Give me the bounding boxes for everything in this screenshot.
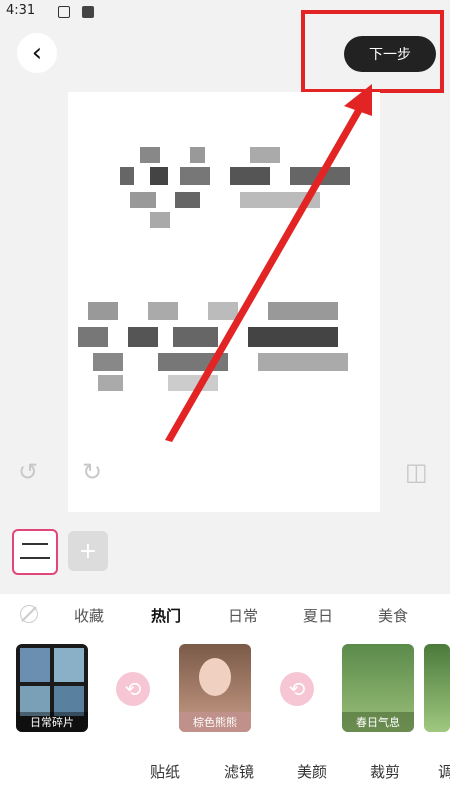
undo-icon[interactable]: ↺ <box>18 458 38 486</box>
tab-popular[interactable]: 热门 <box>151 605 181 626</box>
tab-adjust[interactable]: 调 <box>438 761 450 782</box>
image-thumbnail[interactable] <box>12 529 58 575</box>
tab-favorites[interactable]: 收藏 <box>74 605 104 626</box>
plus-icon: + <box>78 538 98 564</box>
redo-icon[interactable]: ↻ <box>82 458 102 486</box>
tab-stickers[interactable]: 贴纸 <box>150 761 180 782</box>
reset-icon[interactable]: ⟲ <box>280 672 314 706</box>
sticker-item[interactable]: 日常碎片 <box>16 644 88 732</box>
no-sticker-icon[interactable] <box>20 605 38 623</box>
sticker-caption: 棕色熊熊 <box>179 712 251 732</box>
sticker-caption: 春日气息 <box>342 712 414 732</box>
bottom-tabs: 贴纸 滤镜 美颜 裁剪 调 <box>0 754 450 794</box>
compare-icon[interactable]: ◫ <box>405 458 428 486</box>
sticker-panel: 收藏 热门 日常 夏日 美食 日常碎片 ⟲ 棕色熊熊 ⟲ 春日气息 贴纸 滤镜 … <box>0 594 450 800</box>
category-tabs: 收藏 热门 日常 夏日 美食 <box>0 594 450 634</box>
add-image-button[interactable]: + <box>68 531 108 571</box>
tab-crop[interactable]: 裁剪 <box>370 761 400 782</box>
sticker-caption: 日常碎片 <box>16 712 88 732</box>
sticker-item[interactable]: 棕色熊熊 <box>179 644 251 732</box>
sticker-item[interactable] <box>424 644 450 732</box>
reset-icon[interactable]: ⟲ <box>116 672 150 706</box>
sticker-item[interactable]: 春日气息 <box>342 644 414 732</box>
tab-daily[interactable]: 日常 <box>228 605 258 626</box>
tab-food[interactable]: 美食 <box>378 605 408 626</box>
tab-beauty[interactable]: 美颜 <box>297 761 327 782</box>
tab-filters[interactable]: 滤镜 <box>224 761 254 782</box>
tab-summer[interactable]: 夏日 <box>303 605 333 626</box>
